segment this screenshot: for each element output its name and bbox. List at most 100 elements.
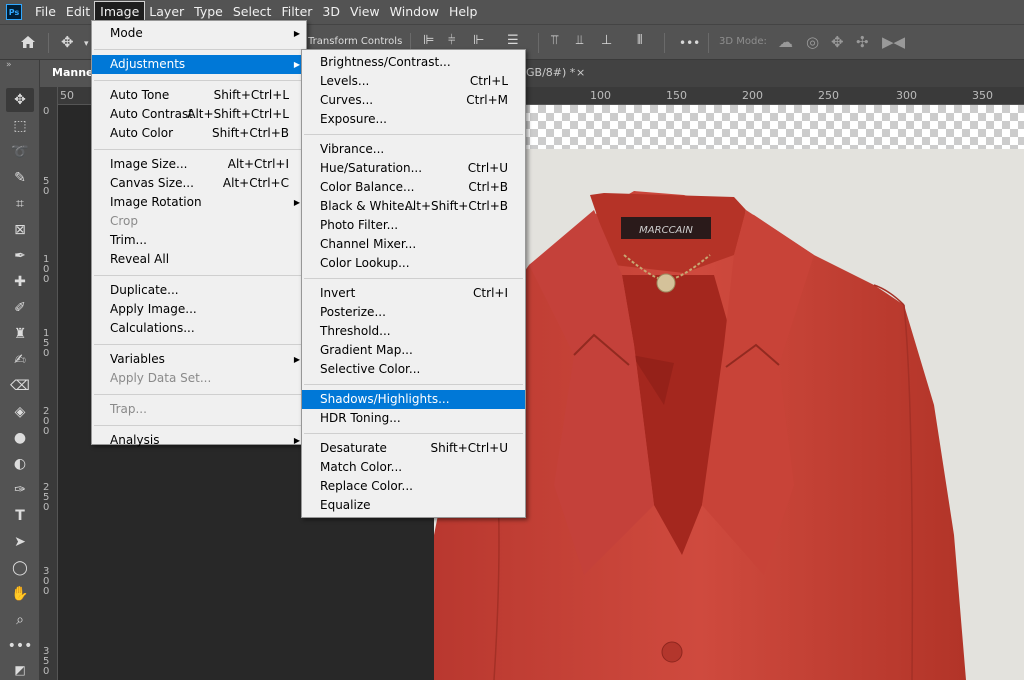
roll-3d-icon[interactable]: ◎ — [806, 33, 819, 51]
align-right-icon[interactable]: ⊩ — [473, 33, 484, 48]
menu-item-brightness-contrast[interactable]: Brightness/Contrast... — [302, 53, 525, 72]
menu-item-equalize[interactable]: Equalize — [302, 496, 525, 515]
submenu-arrow-icon: ▶ — [293, 60, 300, 69]
menu-item-hdr-toning[interactable]: HDR Toning... — [302, 409, 525, 428]
menu-item-apply-image[interactable]: Apply Image... — [92, 300, 306, 319]
menu-item-color-lookup[interactable]: Color Lookup... — [302, 254, 525, 273]
menu-edit[interactable]: Edit — [61, 2, 95, 22]
submenu-arrow-icon: ▶ — [293, 355, 300, 364]
lasso-tool-icon[interactable]: ➰ — [6, 140, 34, 164]
brush-tool-icon[interactable]: ✐ — [6, 296, 34, 320]
menu-item-desaturate[interactable]: Desaturate Shift+Ctrl+U — [302, 439, 525, 458]
menu-item-calculations[interactable]: Calculations... — [92, 319, 306, 338]
menu-file[interactable]: File — [30, 2, 61, 22]
zoom-tool-icon[interactable]: ⌕ — [6, 608, 34, 632]
edit-toolbar-icon[interactable]: ••• — [6, 634, 34, 658]
menu-item-curves[interactable]: Curves... Ctrl+M — [302, 91, 525, 110]
history-brush-tool-icon[interactable]: ✍ — [6, 348, 34, 372]
menu-item-auto-contrast[interactable]: Auto Contrast Alt+Shift+Ctrl+L — [92, 105, 306, 124]
menu-item-auto-tone[interactable]: Auto Tone Shift+Ctrl+L — [92, 86, 306, 105]
align-center-icon[interactable]: ⫩ — [448, 33, 455, 48]
menu-item-exposure[interactable]: Exposure... — [302, 110, 525, 129]
scale-3d-icon[interactable]: ▶◀ — [882, 33, 905, 51]
ruler-tick-label: 150 — [666, 89, 687, 102]
dodge-tool-icon[interactable]: ◐ — [6, 452, 34, 476]
menu-help[interactable]: Help — [444, 2, 483, 22]
menu-item-auto-color[interactable]: Auto Color Shift+Ctrl+B — [92, 124, 306, 143]
menu-3d[interactable]: 3D — [317, 2, 345, 22]
menu-item-image-rotation[interactable]: Image Rotation ▶ — [92, 193, 306, 212]
menu-item-analysis[interactable]: Analysis ▶ — [92, 431, 306, 450]
align-middle-icon[interactable]: ⫫ — [576, 33, 583, 48]
pen-tool-icon[interactable]: ✑ — [6, 478, 34, 502]
menu-view[interactable]: View — [345, 2, 385, 22]
menu-item-mode[interactable]: Mode ▶ — [92, 24, 306, 43]
menu-item-trim[interactable]: Trim... — [92, 231, 306, 250]
menu-item-duplicate[interactable]: Duplicate... — [92, 281, 306, 300]
menu-item-black-white[interactable]: Black & White... Alt+Shift+Ctrl+B — [302, 197, 525, 216]
menu-item-photo-filter[interactable]: Photo Filter... — [302, 216, 525, 235]
menu-item-apply-data-set: Apply Data Set... — [92, 369, 306, 388]
chevron-down-icon[interactable]: ▾ — [84, 39, 89, 49]
foreground-background-colors-icon[interactable]: ◩ — [6, 658, 34, 680]
menu-item-vibrance[interactable]: Vibrance... — [302, 140, 525, 159]
distribute-icon[interactable]: ☰ — [507, 33, 519, 48]
menu-item-replace-color[interactable]: Replace Color... — [302, 477, 525, 496]
menu-item-shortcut: Shift+Ctrl+B — [212, 126, 289, 140]
orbit-3d-icon[interactable]: ☁ — [778, 33, 793, 51]
menu-item-label: Reveal All — [110, 252, 170, 266]
eyedropper-tool-icon[interactable]: ✒ — [6, 244, 34, 268]
ellipse-tool-icon[interactable]: ◯ — [6, 556, 34, 580]
submenu-arrow-icon: ▶ — [293, 29, 300, 38]
menu-item-variables[interactable]: Variables ▶ — [92, 350, 306, 369]
slide-3d-icon[interactable]: ✣ — [856, 33, 869, 51]
menu-item-canvas-size[interactable]: Canvas Size... Alt+Ctrl+C — [92, 174, 306, 193]
type-tool-icon[interactable]: T — [6, 504, 34, 528]
menu-item-shortcut: Alt+Ctrl+I — [227, 157, 289, 171]
distribute-vertical-icon[interactable]: ⫴ — [637, 33, 642, 48]
move-tool-icon[interactable]: ✥ — [61, 33, 74, 51]
crop-tool-icon[interactable]: ⌗ — [6, 192, 34, 216]
menu-window[interactable]: Window — [385, 2, 444, 22]
menu-item-shadows-highlights[interactable]: Shadows/Highlights... — [302, 390, 525, 409]
path-selection-tool-icon[interactable]: ➤ — [6, 530, 34, 554]
menu-type[interactable]: Type — [189, 2, 228, 22]
menu-item-hue-saturation[interactable]: Hue/Saturation... Ctrl+U — [302, 159, 525, 178]
menu-select[interactable]: Select — [228, 2, 277, 22]
marquee-tool-icon[interactable]: ⬚ — [6, 114, 34, 138]
menu-item-invert[interactable]: Invert Ctrl+I — [302, 284, 525, 303]
menu-item-threshold[interactable]: Threshold... — [302, 322, 525, 341]
move-tool-icon[interactable]: ✥ — [6, 88, 34, 112]
menu-item-label: Image Rotation — [110, 195, 202, 209]
menu-item-levels[interactable]: Levels... Ctrl+L — [302, 72, 525, 91]
hand-tool-icon[interactable]: ✋ — [6, 582, 34, 606]
paint-bucket-tool-icon[interactable]: ◈ — [6, 400, 34, 424]
close-tab-icon[interactable]: × — [576, 66, 585, 79]
collapse-panel-icon[interactable]: » — [6, 60, 12, 70]
menu-item-gradient-map[interactable]: Gradient Map... — [302, 341, 525, 360]
transform-controls-label[interactable]: Transform Controls — [308, 36, 402, 47]
healing-brush-tool-icon[interactable]: ✚ — [6, 270, 34, 294]
frame-tool-icon[interactable]: ⊠ — [6, 218, 34, 242]
menu-filter[interactable]: Filter — [276, 2, 317, 22]
more-options-icon[interactable]: ••• — [679, 36, 700, 50]
menu-item-match-color[interactable]: Match Color... — [302, 458, 525, 477]
quick-select-tool-icon[interactable]: ✎ — [6, 166, 34, 190]
menu-item-image-size[interactable]: Image Size... Alt+Ctrl+I — [92, 155, 306, 174]
menu-item-posterize[interactable]: Posterize... — [302, 303, 525, 322]
menu-layer[interactable]: Layer — [144, 2, 189, 22]
blur-tool-icon[interactable]: ● — [6, 426, 34, 450]
eraser-tool-icon[interactable]: ⌫ — [6, 374, 34, 398]
align-bottom-icon[interactable]: ⊥ — [601, 33, 612, 48]
clone-stamp-tool-icon[interactable]: ♜ — [6, 322, 34, 346]
align-top-icon[interactable]: ⫪ — [551, 33, 558, 48]
menu-image[interactable]: Image — [94, 1, 146, 23]
menu-item-color-balance[interactable]: Color Balance... Ctrl+B — [302, 178, 525, 197]
pan-3d-icon[interactable]: ✥ — [831, 33, 844, 51]
menu-item-adjustments[interactable]: Adjustments ▶ — [92, 55, 306, 74]
menu-item-selective-color[interactable]: Selective Color... — [302, 360, 525, 379]
align-left-icon[interactable]: ⊫ — [423, 33, 434, 48]
home-icon[interactable] — [19, 33, 37, 55]
menu-item-reveal-all[interactable]: Reveal All — [92, 250, 306, 269]
menu-item-channel-mixer[interactable]: Channel Mixer... — [302, 235, 525, 254]
